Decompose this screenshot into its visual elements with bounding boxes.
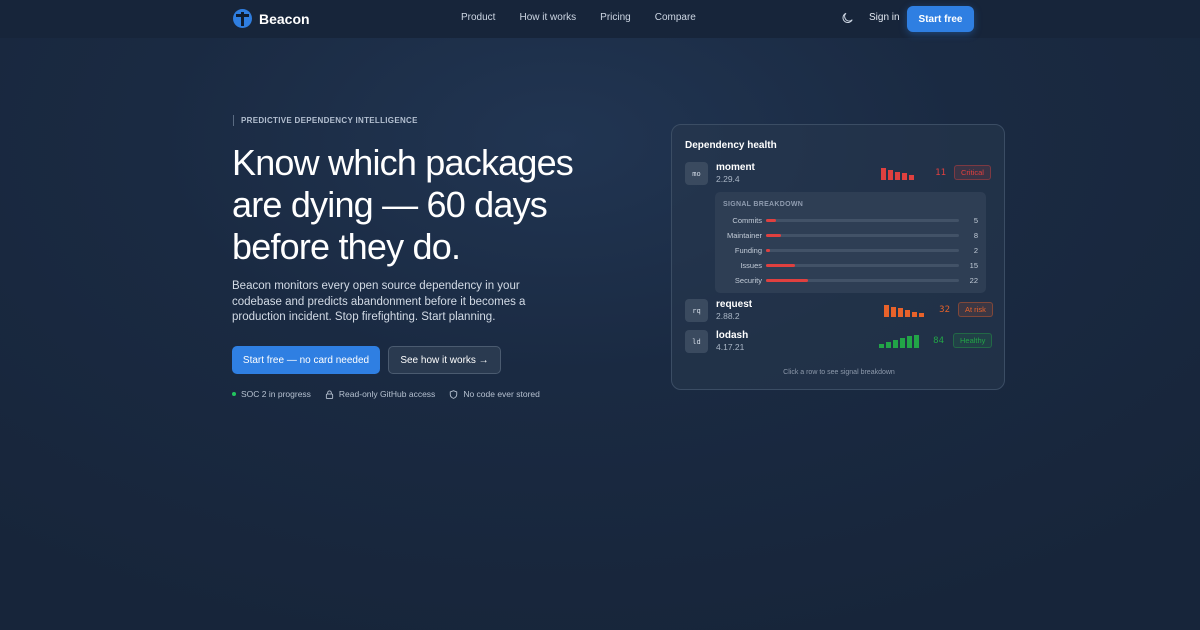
signal-value: 15 — [969, 261, 978, 270]
signal-label: Commits — [732, 216, 762, 225]
start-free-button[interactable]: Start free — [907, 6, 974, 32]
signal-track — [766, 249, 959, 252]
signal-row-funding: Funding 2 — [715, 246, 986, 256]
signal-bar — [766, 219, 776, 222]
trend-bar — [881, 168, 886, 180]
trust-item-github: Read-only GitHub access — [325, 389, 435, 399]
dep-row-lodash[interactable]: ld lodash 4.17.21 84 Healthy — [685, 330, 993, 354]
signal-label: Maintainer — [726, 231, 762, 240]
hero-eyebrow: PREDICTIVE DEPENDENCY INTELLIGENCE — [233, 115, 418, 126]
health-score: 84 — [933, 336, 944, 346]
status-badge: Healthy — [953, 333, 993, 348]
beacon-logo-icon — [233, 9, 252, 28]
package-name: lodash — [716, 330, 749, 341]
package-avatar: mo — [685, 162, 708, 185]
top-navbar: Beacon Product How it works Pricing Comp… — [0, 0, 1200, 38]
trend-bar — [919, 313, 924, 317]
trend-bar — [912, 312, 917, 317]
nav-links: Product How it works Pricing Compare — [461, 12, 696, 23]
trend-bar — [900, 338, 905, 348]
nav-link-pricing[interactable]: Pricing — [600, 12, 631, 23]
brand-name: Beacon — [259, 10, 310, 27]
trend-bar — [884, 305, 889, 317]
trend-bar — [905, 310, 910, 317]
signal-breakdown-panel: SIGNAL BREAKDOWN Commits 5 Maintainer 8 … — [715, 192, 986, 293]
moon-icon[interactable] — [842, 12, 854, 24]
lock-icon — [325, 389, 334, 399]
signal-label: Issues — [740, 261, 762, 270]
package-version: 4.17.21 — [716, 342, 745, 352]
breakdown-title: SIGNAL BREAKDOWN — [723, 201, 804, 208]
headline-line-2: are dying — 60 days — [232, 184, 548, 225]
trust-label-github: Read-only GitHub access — [338, 389, 436, 399]
signal-row-commits: Commits 5 — [715, 216, 986, 226]
trend-bar — [907, 336, 912, 348]
start-free-no-card-button[interactable]: Start free — no card needed — [232, 346, 380, 374]
signal-bar — [766, 234, 782, 237]
signal-label: Funding — [734, 246, 762, 255]
signal-bar — [766, 279, 809, 282]
package-avatar: ld — [685, 330, 708, 353]
trend-bar — [879, 344, 884, 348]
status-dot-icon — [232, 392, 236, 396]
signal-row-issues: Issues 15 — [715, 261, 986, 271]
card-title: Dependency health — [685, 140, 777, 151]
trend-bars — [879, 335, 919, 348]
hero-subtitle: Beacon monitors every open source depend… — [232, 280, 526, 323]
see-how-it-works-button[interactable]: See how it works → — [388, 346, 501, 374]
health-score: 11 — [935, 168, 946, 178]
trend-bar — [891, 307, 896, 317]
trend-bar — [898, 308, 903, 317]
dep-row-request[interactable]: rq request 2.88.2 32 At risk — [685, 299, 993, 323]
signal-value: 8 — [973, 231, 978, 240]
trust-label-no-code: No code ever stored — [463, 389, 540, 399]
hero-headline: Know which packages are dying — 60 days … — [232, 142, 652, 268]
health-score: 32 — [939, 305, 950, 315]
dep-row-moment[interactable]: mo moment 2.29.4 11 Critical — [685, 162, 993, 186]
signal-track — [766, 264, 959, 267]
signal-label: Security — [734, 276, 762, 285]
signal-row-security: Security 22 — [715, 276, 986, 286]
nav-link-compare[interactable]: Compare — [655, 12, 696, 23]
trend-bar — [902, 173, 907, 180]
sign-in-link[interactable]: Sign in — [869, 12, 900, 23]
status-badge: Critical — [954, 165, 991, 180]
trend-bar — [914, 335, 919, 348]
brand-logo-link[interactable]: Beacon — [233, 9, 310, 28]
headline-line-3: before they do. — [232, 226, 461, 267]
card-footer-hint: Click a row to see signal breakdown — [783, 369, 895, 376]
trend-bar — [886, 342, 891, 348]
trend-bar — [895, 172, 900, 180]
signal-row-maintainer: Maintainer 8 — [715, 231, 986, 241]
status-badge: At risk — [958, 302, 993, 317]
package-name: moment — [716, 162, 755, 173]
nav-link-how-it-works[interactable]: How it works — [519, 12, 576, 23]
package-avatar: rq — [685, 299, 708, 322]
trust-badges: SOC 2 in progress Read-only GitHub acces… — [232, 389, 540, 399]
trend-bar — [893, 340, 898, 348]
signal-track — [766, 279, 959, 282]
signal-value: 5 — [973, 216, 978, 225]
trend-bars — [881, 167, 914, 180]
trend-bar — [909, 175, 914, 180]
trust-item-soc2: SOC 2 in progress — [232, 389, 311, 399]
signal-track — [766, 219, 959, 222]
trust-label-soc2: SOC 2 in progress — [241, 389, 311, 399]
trend-bars — [884, 304, 924, 317]
shield-icon — [450, 389, 458, 399]
package-name: request — [716, 299, 753, 310]
signal-bar — [766, 264, 795, 267]
headline-line-1: Know which packages — [232, 142, 574, 183]
signal-value: 2 — [973, 246, 978, 255]
package-version: 2.29.4 — [716, 174, 740, 184]
signal-value: 22 — [969, 276, 978, 285]
trend-bar — [888, 170, 893, 180]
signal-track — [766, 234, 959, 237]
signal-bar — [766, 249, 770, 252]
package-version: 2.88.2 — [716, 311, 740, 321]
trust-item-no-code: No code ever stored — [449, 389, 540, 399]
nav-link-product[interactable]: Product — [461, 12, 495, 23]
